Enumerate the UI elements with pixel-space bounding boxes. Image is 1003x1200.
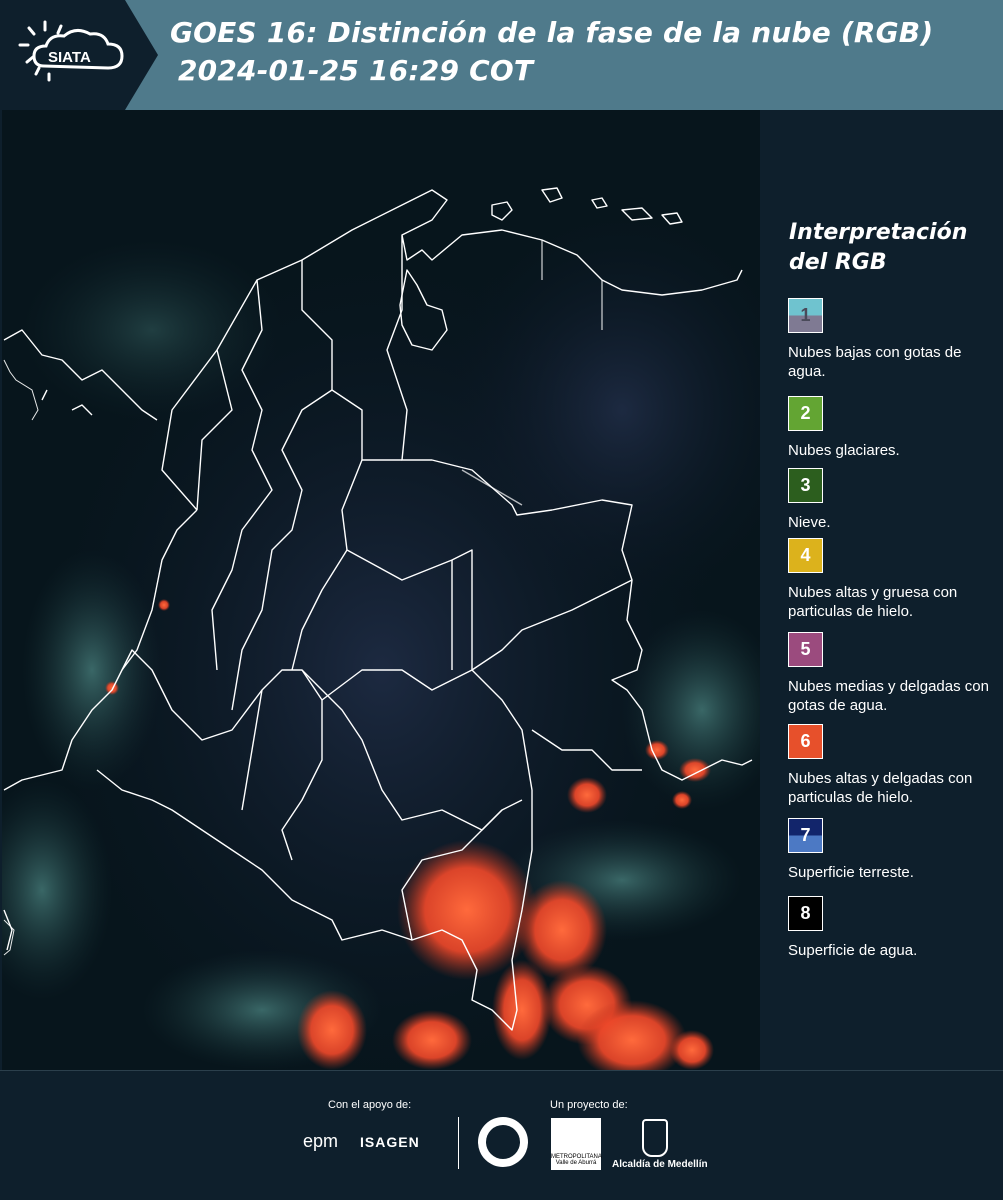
legend-title-line-1: Interpretación [789,220,968,245]
legend-label-6: Nubes altas y delgadas con particulas de… [788,770,973,806]
siata-logo-text: SIATA [48,49,91,66]
page-title: GOES 16: Distinción de la fase de la nub… [170,14,990,90]
siata-logo: SIATA [0,0,158,110]
satellite-map [2,110,760,1070]
legend-label-1: Nubes bajas con gotas de agua. [788,344,962,380]
legend-swatch-1: 1 [788,298,823,333]
legend-number-1: 1 [800,305,811,325]
legend-swatch-7: 7 [788,818,823,853]
support-label: Con el apoyo de: [328,1099,412,1111]
legend-title: Interpretación del RGB [789,218,989,278]
legend-number-6: 6 [800,731,811,751]
area-metropolitana-logo: METROPOLITANA Valle de Aburrá [551,1118,602,1170]
legend-label-4: Nubes altas y gruesa con particulas de h… [788,584,958,620]
legend-swatch-6: 6 [788,724,823,759]
legend-number-2: 2 [800,403,811,423]
legend-number-5: 5 [800,639,811,659]
legend-swatch-5: 5 [788,632,823,667]
project-label: Un proyecto de: [550,1099,628,1111]
university-seal-logo [478,1117,528,1167]
legend-swatch-8: 8 [788,896,823,931]
footer-divider [458,1117,459,1169]
legend-title-line-2: del RGB [789,250,887,275]
isagen-logo: ISAGEN [360,1134,420,1150]
legend-number-7: 7 [800,825,811,845]
legend-label-8: Superficie de agua. [788,942,918,959]
legend-number-4: 4 [800,545,811,565]
medellin-logo-text: Alcaldía de Medellín [612,1159,708,1170]
amva-text: METROPOLITANA Valle de Aburrá [551,1154,602,1166]
epm-logo: epm [303,1131,339,1151]
medellin-shield-icon [642,1119,668,1157]
footer: Con el apoyo de: Un proyecto de: epm ISA… [0,1070,1003,1200]
legend-label-2: Nubes glaciares. [788,442,900,459]
legend-swatch-4: 4 [788,538,823,573]
legend-label-3: Nieve. [788,514,831,531]
legend-panel: Interpretación del RGB 1 Nubes bajas con… [760,110,1003,1070]
legend-number-3: 3 [800,475,811,495]
header-bar: SIATA GOES 16: Distinción de la fase de … [0,0,1003,110]
title-line-1: GOES 16: Distinción de la fase de la nub… [170,16,934,49]
legend-swatch-3: 3 [788,468,823,503]
title-line-2: 2024-01-25 16:29 COT [178,54,534,87]
legend-label-5: Nubes medias y delgadas con gotas de agu… [788,678,989,714]
legend-number-8: 8 [800,903,811,923]
legend-swatch-2: 2 [788,396,823,431]
legend-label-7: Superficie terreste. [788,864,914,881]
